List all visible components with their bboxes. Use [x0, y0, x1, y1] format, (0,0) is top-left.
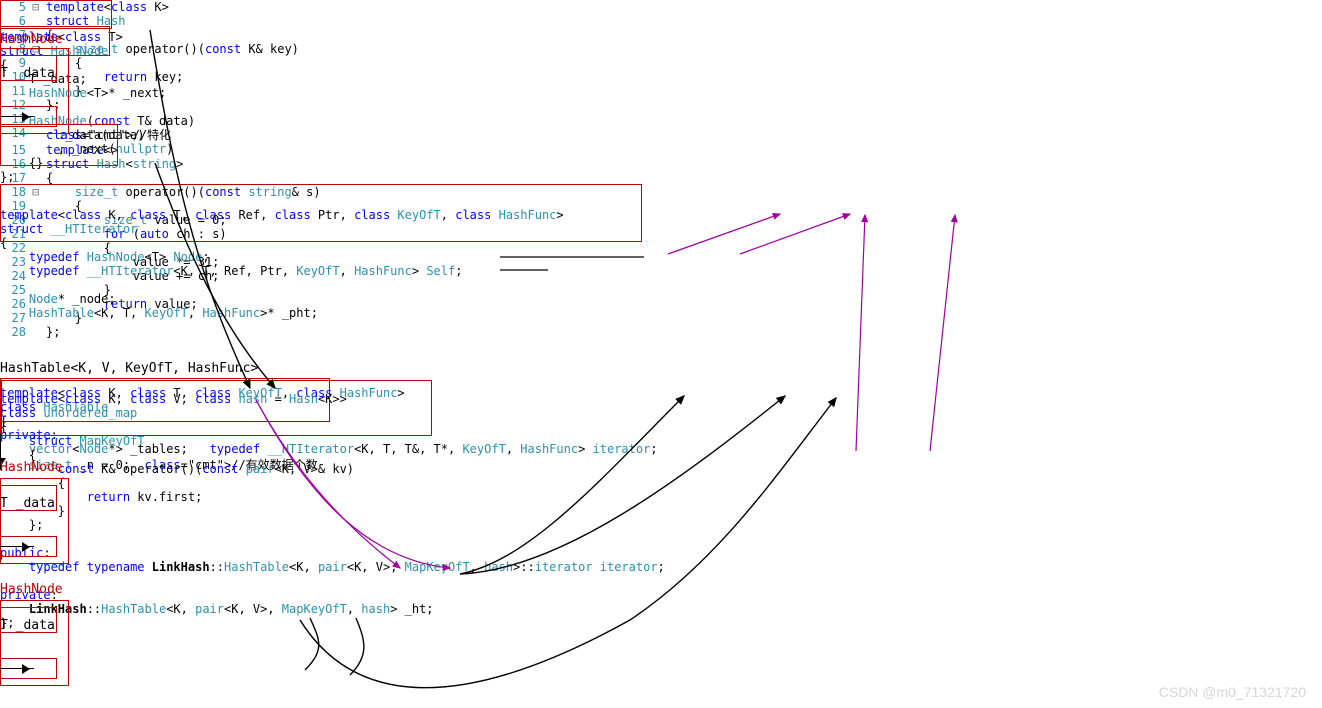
hashnode-next-arrow-3 [0, 668, 34, 669]
hashnode-box-data-label-3: T _data [0, 618, 55, 633]
hashtable-title: HashTable<K, V, KeyOfT, HashFunc> [0, 361, 258, 376]
annotation-hashnode-header [0, 26, 110, 56]
hashnode-box-data-label-2: T _data [0, 496, 55, 511]
hashnode-label-3: HashNode [0, 582, 63, 597]
hashnode-next-arrow-2 [0, 546, 34, 547]
hashnode-next-arrow-1 [0, 116, 34, 117]
annotation-hash-template [0, 0, 112, 29]
watermark: CSDN @m0_71321720 [1159, 684, 1306, 700]
hashnode-label-2: HashNode [0, 460, 63, 475]
annotation-hash-spec [0, 124, 118, 166]
annotation-hashtable [0, 378, 330, 422]
hashnode-box-data-label-1: T _data [0, 66, 55, 81]
annotation-iterator [0, 184, 642, 242]
